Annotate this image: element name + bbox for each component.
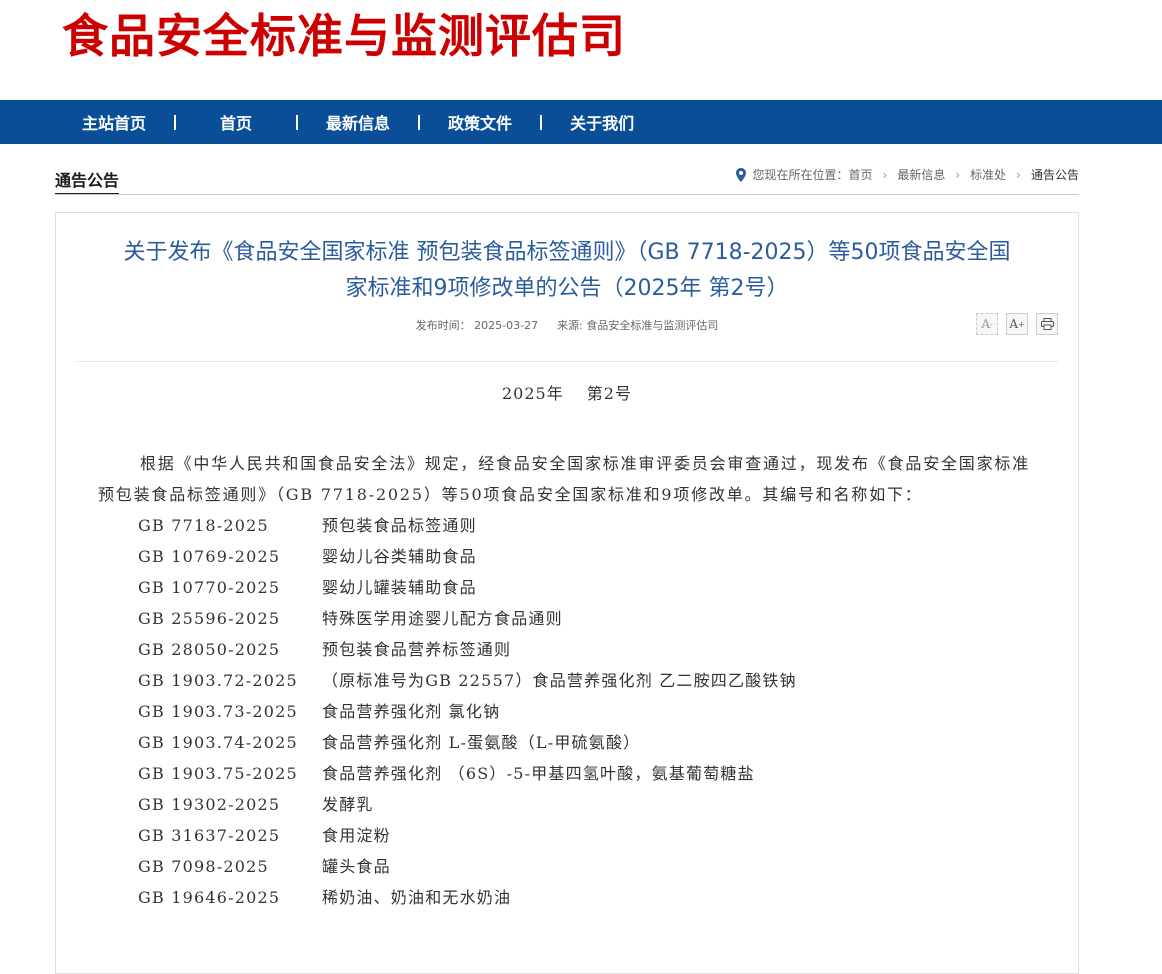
breadcrumb-standards-office[interactable]: 标准处 xyxy=(970,166,1006,183)
nav-item-about[interactable]: 关于我们 xyxy=(570,110,634,134)
standard-code: GB 1903.73-2025 xyxy=(138,702,298,721)
font-larger-button[interactable]: A + xyxy=(1006,313,1028,335)
location-pin-icon xyxy=(736,167,747,182)
article-tools: A- A + xyxy=(968,313,1058,335)
standard-name: 食品营养强化剂 氯化钠 xyxy=(322,702,501,721)
standard-code: GB 1903.74-2025 xyxy=(138,733,298,752)
standard-name: 罐头食品 xyxy=(322,857,391,876)
standard-code: GB 7718-2025 xyxy=(138,516,269,535)
list-item: GB 19302-2025 发酵乳 xyxy=(138,789,1078,820)
nav-item-home[interactable]: 首页 xyxy=(204,110,268,134)
meta-date-label: 发布时间： xyxy=(415,319,471,332)
list-item: GB 7098-2025 罐头食品 xyxy=(138,851,1078,882)
document-number: 2025年 第2号 xyxy=(502,384,632,403)
meta-date: 2025-03-27 xyxy=(474,319,539,332)
list-item: GB 19646-2025 稀奶油、奶油和无水奶油 xyxy=(138,882,1078,913)
print-icon xyxy=(1040,318,1054,330)
list-item: GB 28050-2025 预包装食品营养标签通则 xyxy=(138,634,1078,665)
list-item: GB 31637-2025 食用淀粉 xyxy=(138,820,1078,851)
list-item: GB 1903.75-2025 食品营养强化剂 （6S）-5-甲基四氢叶酸，氨基葡… xyxy=(138,758,1078,789)
chevron-right-icon: › xyxy=(1016,167,1021,182)
article-title: 关于发布《食品安全国家标准 预包装食品标签通则》（GB 7718-2025）等5… xyxy=(56,213,1078,307)
breadcrumb-home[interactable]: 首页 xyxy=(849,166,873,183)
article-title-line2: 家标准和9项修改单的公告（2025年 第2号） xyxy=(345,276,789,301)
standard-code: GB 1903.75-2025 xyxy=(138,764,298,783)
nav-item-latest[interactable]: 最新信息 xyxy=(326,110,390,134)
standard-name: 特殊医学用途婴儿配方食品通则 xyxy=(322,609,563,628)
meta-source: 食品安全标准与监测评估司 xyxy=(586,319,719,332)
standard-code: GB 19646-2025 xyxy=(138,888,281,907)
site-header: 食品安全标准与监测评估司 xyxy=(0,0,1162,100)
list-item: GB 10770-2025 婴幼儿罐装辅助食品 xyxy=(138,572,1078,603)
main-nav: 主站首页 首页 最新信息 政策文件 关于我们 xyxy=(0,100,1162,144)
chevron-right-icon: › xyxy=(882,167,888,182)
standard-name: 婴幼儿罐装辅助食品 xyxy=(322,578,477,597)
breadcrumb-current: 通告公告 xyxy=(1030,168,1079,182)
font-larger-icon: A xyxy=(1009,317,1018,331)
standard-name: 婴幼儿谷类辅助食品 xyxy=(322,547,477,566)
standard-code: GB 1903.72-2025 xyxy=(138,671,298,690)
article-meta: 发布时间： 2025-03-27 来源: 食品安全标准与监测评估司 A- A + xyxy=(76,307,1058,362)
breadcrumb-prefix: 您现在所在位置： xyxy=(752,168,849,182)
list-item: GB 1903.74-2025 食品营养强化剂 L-蛋氨酸（L-甲硫氨酸） xyxy=(138,727,1078,758)
list-item: GB 25596-2025 特殊医学用途婴儿配方食品通则 xyxy=(138,603,1078,634)
standard-code: GB 31637-2025 xyxy=(138,826,281,845)
print-button[interactable] xyxy=(1036,313,1058,335)
meta-text: 发布时间： 2025-03-27 来源: 食品安全标准与监测评估司 xyxy=(76,317,1058,333)
nav-separator xyxy=(296,114,299,130)
standard-name: 预包装食品营养标签通则 xyxy=(322,640,512,659)
standard-name: 食品营养强化剂 （6S）-5-甲基四氢叶酸，氨基葡萄糖盐 xyxy=(322,764,755,783)
font-smaller-icon: A xyxy=(981,317,990,331)
standard-name: （原标准号为GB 22557）食品营养强化剂 乙二胺四乙酸铁钠 xyxy=(322,671,797,690)
list-item: GB 10769-2025 婴幼儿谷类辅助食品 xyxy=(138,541,1078,572)
chevron-right-icon: › xyxy=(955,167,961,182)
standard-code: GB 19302-2025 xyxy=(138,795,281,814)
breadcrumb-latest[interactable]: 最新信息 xyxy=(897,166,945,183)
standard-code: GB 10769-2025 xyxy=(138,547,281,566)
section-divider xyxy=(55,194,1079,195)
nav-separator xyxy=(174,114,177,130)
standard-name: 食用淀粉 xyxy=(322,826,391,845)
site-title: 食品安全标准与监测评估司 xyxy=(62,9,626,63)
meta-source-label: 来源: xyxy=(557,319,583,332)
nav-separator xyxy=(540,114,543,130)
standard-name: 预包装食品标签通则 xyxy=(322,516,477,535)
crumb-row: 通告公告 您现在所在位置： 首页 › 最新信息 › 标准处 › 通告公告 xyxy=(0,144,1162,196)
standard-code: GB 7098-2025 xyxy=(138,857,269,876)
nav-list: 主站首页 首页 最新信息 政策文件 关于我们 xyxy=(82,100,634,144)
article: 关于发布《食品安全国家标准 预包装食品标签通则》（GB 7718-2025）等5… xyxy=(55,212,1079,974)
nav-separator xyxy=(418,114,421,130)
list-item: GB 1903.73-2025 食品营养强化剂 氯化钠 xyxy=(138,696,1078,727)
section-title: 通告公告 xyxy=(55,170,120,195)
intro-paragraph: 根据《中华人民共和国食品安全法》规定，经食品安全国家标准审评委员会审查通过，现发… xyxy=(98,454,1031,504)
standard-name: 发酵乳 xyxy=(322,795,374,814)
list-item: GB 1903.72-2025 （原标准号为GB 22557）食品营养强化剂 乙二… xyxy=(138,665,1078,696)
standards-list: GB 7718-2025 预包装食品标签通则 GB 10769-2025 婴幼儿谷类… xyxy=(56,510,1078,913)
standard-code: GB 25596-2025 xyxy=(138,609,281,628)
article-title-line1: 关于发布《食品安全国家标准 预包装食品标签通则》（GB 7718-2025）等5… xyxy=(123,240,1011,265)
breadcrumb: 您现在所在位置： 首页 › 最新信息 › 标准处 › 通告公告 xyxy=(736,166,1079,183)
standard-name: 食品营养强化剂 L-蛋氨酸（L-甲硫氨酸） xyxy=(322,733,641,752)
font-smaller-button[interactable]: A- xyxy=(976,313,998,335)
nav-item-main-home[interactable]: 主站首页 xyxy=(82,110,146,134)
standard-name: 稀奶油、奶油和无水奶油 xyxy=(322,888,512,907)
nav-item-policy[interactable]: 政策文件 xyxy=(448,110,512,134)
article-body: 2025年 第2号 根据《中华人民共和国食品安全法》规定，经食品安全国家标准审评… xyxy=(56,380,1078,913)
standard-code: GB 10770-2025 xyxy=(138,578,281,597)
standard-code: GB 28050-2025 xyxy=(138,640,281,659)
list-item: GB 7718-2025 预包装食品标签通则 xyxy=(138,510,1078,541)
